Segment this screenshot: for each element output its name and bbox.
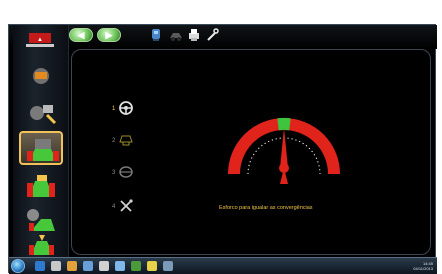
steering-wheel-icon — [118, 100, 134, 116]
main-panel: 1 2 3 4 — [71, 49, 431, 255]
alignment-tool-2[interactable] — [169, 27, 183, 43]
gauge-needle — [280, 128, 288, 168]
sensor-icon — [21, 59, 61, 93]
step-1[interactable] — [118, 100, 134, 121]
sidebar-item-1[interactable] — [21, 59, 61, 93]
car-icon — [169, 27, 183, 43]
steering-wheel-icon — [118, 164, 134, 180]
sidebar-item-2[interactable] — [21, 95, 61, 129]
status-text: Esforco para igualar as convergências — [219, 205, 349, 211]
alignment-tool-3[interactable] — [187, 27, 201, 43]
arrow-right-icon: ▶ — [98, 29, 120, 41]
step-4[interactable] — [118, 198, 134, 219]
step-2-number: 2 — [112, 138, 115, 144]
taskbar: 14:45 04/11/2013 — [9, 257, 437, 274]
sidebar: ▲ — [13, 25, 69, 257]
wheel-clamp-icon — [21, 95, 61, 129]
lift-icon — [118, 132, 134, 148]
app-icon-2[interactable] — [99, 261, 109, 271]
step-3-number: 3 — [112, 170, 115, 176]
alignment-tool-4[interactable] — [205, 27, 219, 43]
convergence-gauge — [214, 88, 354, 193]
start-button[interactable] — [11, 259, 25, 273]
step-2[interactable] — [118, 132, 134, 153]
alignment-tool-1[interactable] — [149, 27, 163, 43]
app-icon-4[interactable] — [131, 261, 141, 271]
step-4-number: 4 — [112, 204, 115, 210]
media-icon[interactable] — [67, 261, 77, 271]
car-axle-icon — [21, 169, 61, 203]
forward-button[interactable]: ▶ — [97, 28, 121, 42]
svg-text:▲: ▲ — [37, 37, 43, 43]
car-alignment-icon — [21, 133, 65, 167]
step-1-number: 1 — [112, 106, 115, 112]
sidebar-item-3[interactable] — [19, 131, 63, 165]
app-window: ◀ ▶ — [8, 24, 436, 273]
folder-icon[interactable] — [147, 261, 157, 271]
printer-icon — [187, 27, 201, 43]
app-icon-5[interactable] — [163, 261, 173, 271]
machine-icon — [149, 27, 163, 43]
wrench-screwdriver-icon — [118, 198, 134, 214]
ie-icon[interactable] — [35, 261, 45, 271]
step-3[interactable] — [118, 164, 134, 185]
explorer-icon[interactable] — [51, 261, 61, 271]
app-icon-1[interactable] — [83, 261, 93, 271]
top-toolbar: ◀ ▶ — [9, 25, 437, 49]
logo: ▲ — [23, 31, 57, 51]
app-icon-3[interactable] — [115, 261, 125, 271]
result-icon — [21, 231, 61, 257]
arrow-left-icon: ◀ — [70, 29, 92, 41]
clock[interactable]: 14:45 04/11/2013 — [413, 261, 433, 271]
clock-date: 04/11/2013 — [413, 266, 433, 271]
back-button[interactable]: ◀ — [69, 28, 93, 42]
sidebar-item-4[interactable] — [21, 169, 61, 203]
wrench-icon — [205, 27, 219, 43]
